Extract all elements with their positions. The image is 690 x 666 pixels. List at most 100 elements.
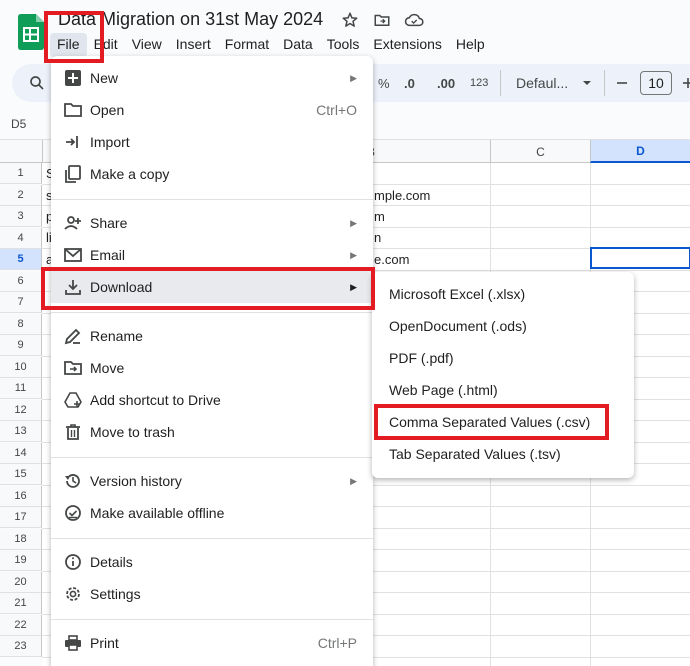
move-folder-icon[interactable] — [372, 10, 392, 30]
menu-item-make-offline[interactable]: Make available offline — [51, 497, 373, 529]
info-icon — [63, 552, 83, 572]
sheets-logo-icon[interactable] — [18, 14, 44, 50]
selected-cell-d5[interactable] — [590, 247, 690, 269]
menu-item-share[interactable]: Share ▶ — [51, 207, 373, 239]
menu-item-label: Share — [90, 215, 128, 231]
font-dropdown-arrow-icon[interactable] — [582, 64, 592, 102]
menu-item-make-copy[interactable]: Make a copy — [51, 158, 373, 190]
menu-item-label: Email — [90, 247, 126, 263]
menu-item-new[interactable]: New ▶ — [51, 62, 373, 94]
row-header-7[interactable]: 7 — [0, 292, 42, 313]
format-percent-button[interactable]: % — [378, 64, 390, 102]
download-tsv[interactable]: Tab Separated Values (.tsv) — [372, 438, 634, 470]
column-header-c[interactable]: C — [490, 140, 590, 163]
menu-item-move[interactable]: Move — [51, 352, 373, 384]
download-submenu: Microsoft Excel (.xlsx) OpenDocument (.o… — [372, 272, 634, 478]
menu-tools[interactable]: Tools — [320, 33, 367, 57]
row-header-1[interactable]: 1 — [0, 163, 42, 184]
decrease-font-size-button[interactable] — [616, 64, 628, 102]
cell-b5[interactable]: e.com — [374, 252, 409, 267]
printer-icon — [63, 633, 83, 653]
row-header-12[interactable]: 12 — [0, 399, 42, 421]
menu-item-label: Print — [90, 635, 119, 651]
menu-data[interactable]: Data — [276, 33, 320, 57]
menu-item-settings[interactable]: Settings — [51, 578, 373, 610]
menu-separator — [51, 199, 373, 200]
row-header-15[interactable]: 15 — [0, 464, 42, 485]
column-header-d[interactable]: D — [590, 140, 690, 163]
menu-separator — [51, 619, 373, 620]
menu-item-label: Rename — [90, 328, 143, 344]
download-ods[interactable]: OpenDocument (.ods) — [372, 310, 634, 342]
download-html[interactable]: Web Page (.html) — [372, 374, 634, 406]
name-box[interactable]: D5 — [11, 117, 26, 131]
font-size-input[interactable]: 10 — [640, 71, 672, 95]
menu-item-label: Tab Separated Values (.tsv) — [389, 446, 561, 462]
row-header-11[interactable]: 11 — [0, 378, 42, 399]
cell-b4[interactable]: n — [374, 230, 381, 245]
row-header-21[interactable]: 21 — [0, 593, 42, 614]
row-header-20[interactable]: 20 — [0, 571, 42, 593]
menu-item-details[interactable]: Details — [51, 546, 373, 578]
cloud-saved-icon[interactable] — [404, 10, 424, 30]
menu-item-label: Web Page (.html) — [389, 382, 498, 398]
download-xlsx[interactable]: Microsoft Excel (.xlsx) — [372, 278, 634, 310]
row-header-10[interactable]: 10 — [0, 356, 42, 378]
row-header-18[interactable]: 18 — [0, 528, 42, 550]
file-menu: New ▶ Open Ctrl+O Import Make a copy Sha… — [51, 56, 373, 666]
search-menus-icon[interactable] — [28, 64, 46, 102]
menu-item-label: Details — [90, 554, 133, 570]
menu-item-label: New — [90, 70, 119, 86]
shortcut-label: Ctrl+O — [316, 102, 357, 118]
cell-b2[interactable]: mple.com — [374, 188, 430, 203]
menu-item-move-to-trash[interactable]: Move to trash — [51, 416, 373, 448]
row-header-16[interactable]: 16 — [0, 485, 42, 507]
shortcut-label: Ctrl+P — [317, 635, 357, 651]
increase-font-size-button[interactable] — [682, 64, 690, 102]
submenu-arrow-icon: ▶ — [350, 217, 357, 228]
menu-item-label: PDF (.pdf) — [389, 350, 454, 366]
menu-extensions[interactable]: Extensions — [366, 33, 448, 57]
select-all-corner[interactable] — [0, 140, 42, 163]
menu-item-rename[interactable]: Rename — [51, 320, 373, 352]
menu-item-label: Open — [90, 102, 125, 118]
download-pdf[interactable]: PDF (.pdf) — [372, 342, 634, 374]
cell-b3[interactable]: m — [374, 209, 385, 224]
menu-item-label: Add shortcut to Drive — [90, 392, 221, 408]
menu-item-print[interactable]: Print Ctrl+P — [51, 627, 373, 659]
number-format-button[interactable]: 123 — [470, 64, 488, 102]
row-header-14[interactable]: 14 — [0, 442, 42, 464]
row-header-23[interactable]: 23 — [0, 636, 42, 657]
decrease-decimal-button[interactable]: .0 — [404, 64, 415, 102]
row-header-5[interactable]: 5 — [0, 249, 42, 270]
row-header-13[interactable]: 13 — [0, 421, 42, 442]
row-header-3[interactable]: 3 — [0, 206, 42, 227]
increase-decimal-button[interactable]: .00 — [437, 64, 455, 102]
menu-item-label: Move — [90, 360, 125, 376]
font-family-select[interactable]: Defaul... — [516, 64, 568, 102]
menu-item-import[interactable]: Import — [51, 126, 373, 158]
row-header-4[interactable]: 4 — [0, 227, 42, 249]
menu-item-add-shortcut[interactable]: Add shortcut to Drive — [51, 384, 373, 416]
menu-view[interactable]: View — [125, 33, 169, 57]
menu-item-open[interactable]: Open Ctrl+O — [51, 94, 373, 126]
menu-separator — [51, 312, 373, 313]
menu-help[interactable]: Help — [449, 33, 492, 57]
menu-item-label: OpenDocument (.ods) — [389, 318, 527, 334]
menu-insert[interactable]: Insert — [169, 33, 218, 57]
share-person-add-icon — [63, 213, 83, 233]
menu-item-label: Version history — [90, 473, 182, 489]
gear-icon — [63, 584, 83, 604]
star-icon[interactable] — [340, 10, 360, 30]
row-header-2[interactable]: 2 — [0, 184, 42, 206]
row-header-19[interactable]: 19 — [0, 550, 42, 571]
import-icon — [63, 132, 83, 152]
row-header-6[interactable]: 6 — [0, 270, 42, 292]
menu-item-label: Make available offline — [90, 505, 225, 521]
row-header-22[interactable]: 22 — [0, 614, 42, 636]
row-header-9[interactable]: 9 — [0, 335, 42, 356]
menu-format[interactable]: Format — [218, 33, 276, 57]
menu-item-version-history[interactable]: Version history ▶ — [51, 465, 373, 497]
row-header-17[interactable]: 17 — [0, 507, 42, 528]
row-header-8[interactable]: 8 — [0, 313, 42, 335]
